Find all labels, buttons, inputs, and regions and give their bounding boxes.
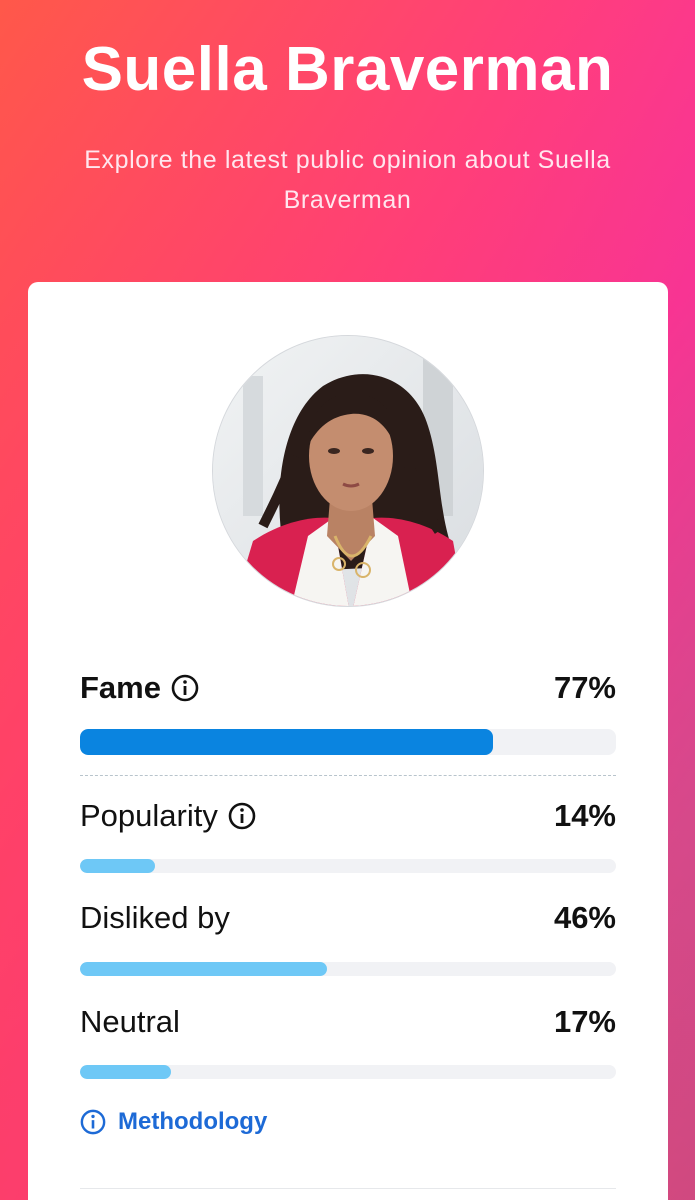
methodology-label: Methodology — [118, 1108, 268, 1135]
opinion-card: Fame 77% Popularity 14% Disliked by 46% … — [28, 282, 668, 1200]
metric-fame-value: 77% — [553, 670, 616, 705]
metric-fame: Fame 77% — [80, 670, 616, 710]
metric-disliked: Disliked by 46% — [80, 900, 616, 940]
page-title: Suella Braverman — [81, 35, 614, 104]
metric-neutral: Neutral 17% — [80, 1004, 616, 1044]
info-circle-icon[interactable] — [171, 674, 199, 702]
neutral-bar-fill — [80, 1065, 172, 1079]
divider — [80, 1188, 616, 1189]
metric-disliked-value: 46% — [553, 900, 616, 935]
metric-popularity: Popularity 14% — [80, 798, 616, 838]
fame-bar-fill — [80, 729, 493, 755]
avatar — [212, 335, 484, 607]
metric-fame-label: Fame — [80, 670, 161, 705]
disliked-bar-fill — [80, 962, 327, 976]
fame-bar-track — [80, 729, 616, 755]
methodology-link[interactable]: Methodology — [80, 1108, 267, 1136]
popularity-bar-fill — [80, 859, 156, 873]
page-subtitle: Explore the latest public opinion about … — [84, 146, 611, 214]
info-circle-icon — [80, 1109, 106, 1135]
neutral-bar-track — [80, 1065, 616, 1079]
divider — [80, 775, 616, 776]
metric-popularity-label: Popularity — [80, 798, 218, 833]
disliked-bar-track — [80, 962, 616, 976]
metric-disliked-label: Disliked by — [80, 900, 230, 935]
popularity-bar-track — [80, 859, 616, 873]
metric-popularity-value: 14% — [553, 798, 616, 833]
info-circle-icon[interactable] — [228, 802, 256, 830]
metric-neutral-label: Neutral — [80, 1004, 180, 1039]
portrait-image — [213, 336, 483, 606]
metric-neutral-value: 17% — [553, 1004, 616, 1039]
